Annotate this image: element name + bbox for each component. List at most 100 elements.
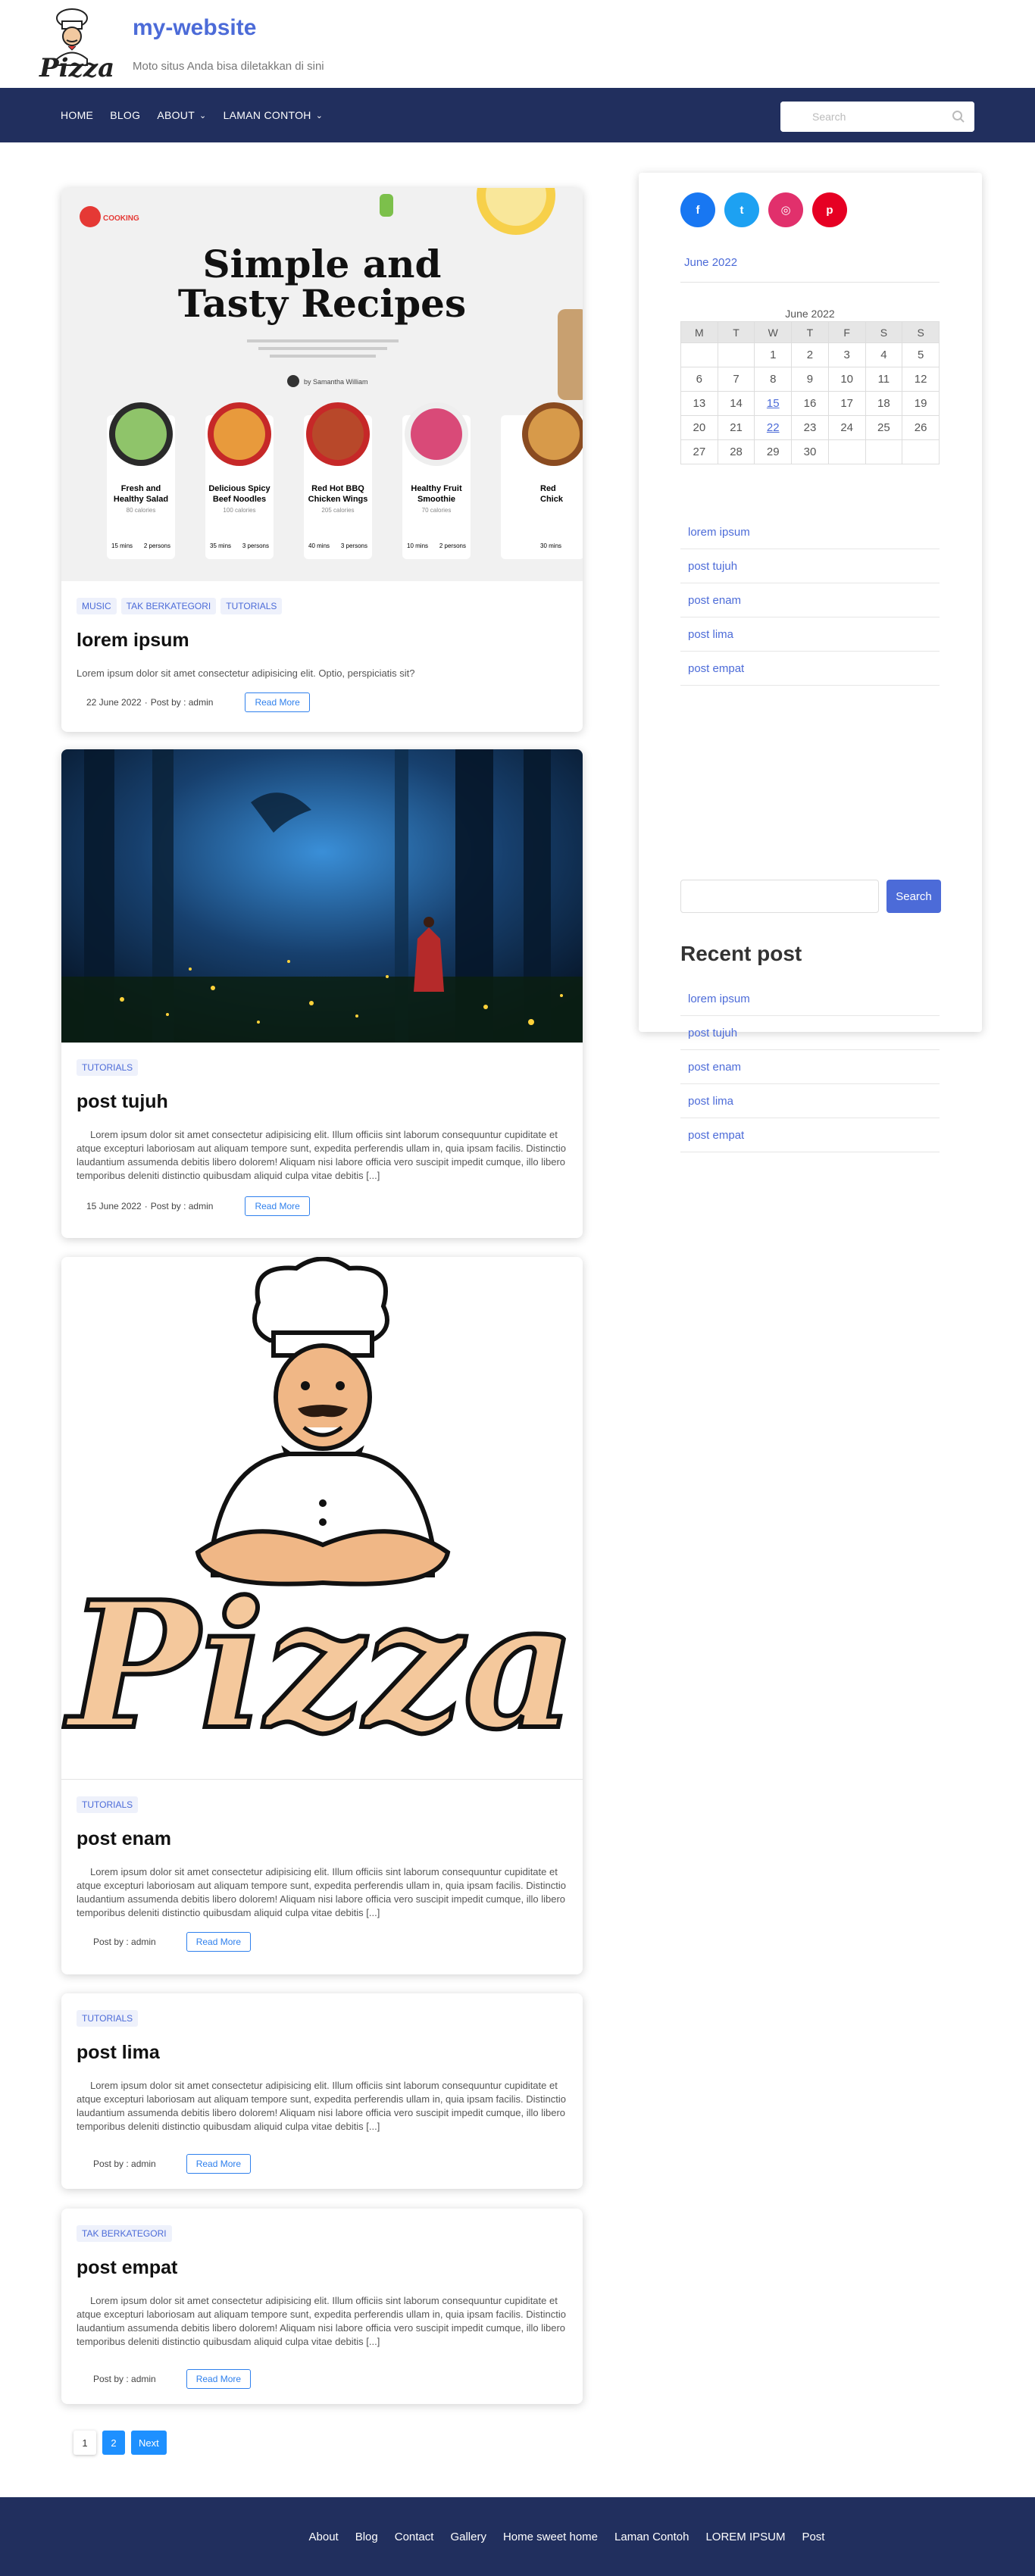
social-links: f t ◎ p	[680, 192, 847, 227]
category-tag[interactable]: MUSIC	[77, 598, 117, 614]
read-more-button[interactable]: Read More	[186, 2154, 252, 2174]
calendar-day-header: S	[865, 321, 903, 343]
footer-link-home-sweet-home[interactable]: Home sweet home	[503, 2531, 598, 2543]
site-title[interactable]: my-website	[133, 15, 256, 41]
post-meta: Post by : admin Read More	[93, 2369, 252, 2389]
list-item[interactable]: post enam	[680, 583, 940, 617]
calendar-day-header: S	[902, 321, 940, 343]
search-input[interactable]	[780, 102, 974, 132]
next-page-button[interactable]: Next	[131, 2431, 167, 2455]
calendar-day: 23	[791, 415, 829, 440]
calendar-day-header: W	[754, 321, 793, 343]
svg-text:by Samantha William: by Samantha William	[304, 378, 368, 386]
list-item[interactable]: post enam	[680, 1050, 940, 1084]
post-categories: TUTORIALS	[77, 1059, 568, 1076]
calendar-day: 27	[680, 439, 718, 464]
svg-text:Pizza: Pizza	[39, 53, 114, 80]
svg-text:Smoothie: Smoothie	[417, 495, 455, 504]
nav-item-blog[interactable]: BLOG	[110, 109, 140, 121]
calendar-day[interactable]: 22	[754, 415, 793, 440]
footer-link-gallery[interactable]: Gallery	[450, 2531, 486, 2543]
twitter-icon[interactable]: t	[724, 192, 759, 227]
svg-text:205 calories: 205 calories	[321, 507, 354, 514]
svg-text:Tasty Recipes: Tasty Recipes	[178, 281, 466, 326]
calendar-day: 10	[827, 367, 866, 392]
archive-link[interactable]: June 2022	[684, 256, 737, 269]
nav-item-about[interactable]: ABOUT ⌄	[157, 109, 206, 121]
post-title[interactable]: post empat	[77, 2257, 568, 2279]
svg-text:70 calories: 70 calories	[422, 507, 452, 514]
page-current: 1	[73, 2431, 96, 2455]
post-title[interactable]: post lima	[77, 2042, 568, 2064]
post-title[interactable]: post enam	[77, 1828, 568, 1850]
pinterest-icon[interactable]: p	[812, 192, 847, 227]
list-item[interactable]: lorem ipsum	[680, 982, 940, 1016]
list-item[interactable]: post tujuh	[680, 549, 940, 583]
instagram-icon[interactable]: ◎	[768, 192, 803, 227]
dish-card: Red Hot BBQ Chicken Wings 205 calories 4…	[304, 402, 372, 559]
post-excerpt: Lorem ipsum dolor sit amet consectetur a…	[77, 2080, 566, 2132]
read-more-button[interactable]: Read More	[245, 692, 310, 712]
footer-link-blog[interactable]: Blog	[355, 2531, 378, 2543]
svg-text:Red Hot BBQ: Red Hot BBQ	[311, 484, 364, 493]
read-more-button[interactable]: Read More	[245, 1196, 310, 1216]
read-more-button[interactable]: Read More	[186, 1932, 252, 1952]
sidebar-search-input[interactable]	[680, 880, 879, 913]
list-item[interactable]: post lima	[680, 617, 940, 652]
post-thumbnail[interactable]	[61, 749, 583, 1043]
meta-separator: ·	[144, 1201, 148, 1211]
list-item[interactable]: post lima	[680, 1084, 940, 1118]
category-tag[interactable]: TAK BERKATEGORI	[77, 2225, 172, 2242]
calendar-day-header: F	[827, 321, 866, 343]
post-content: TUTORIALS post enam Lorem ipsum dolor si…	[61, 1780, 583, 1920]
footer-link-laman-contoh[interactable]: Laman Contoh	[614, 2531, 689, 2543]
footer-link-post[interactable]: Post	[802, 2531, 824, 2543]
sidebar-search-button[interactable]: Search	[886, 880, 941, 913]
calendar-day	[865, 439, 903, 464]
post-thumbnail[interactable]: COOKING Simple and Tasty Recipes by Sama…	[61, 188, 583, 581]
list-item[interactable]: lorem ipsum	[680, 515, 940, 549]
post-categories: TUTORIALS	[77, 2010, 568, 2027]
search-icon[interactable]	[952, 110, 965, 123]
post-categories: TAK BERKATEGORI	[77, 2225, 568, 2242]
footer-link-contact[interactable]: Contact	[395, 2531, 434, 2543]
nav-item-laman-contoh[interactable]: LAMAN CONTOH ⌄	[224, 109, 324, 121]
svg-text:Chick: Chick	[540, 495, 564, 504]
dish-card: Red Chick 30 mins	[501, 402, 583, 559]
post-author: Post by : admin	[93, 2374, 156, 2384]
pages-list: lorem ipsum post tujuh post enam post li…	[680, 515, 940, 686]
category-tag[interactable]: TUTORIALS	[77, 1059, 139, 1076]
post-title[interactable]: post tujuh	[77, 1091, 568, 1113]
post-title[interactable]: lorem ipsum	[77, 630, 568, 652]
list-item[interactable]: post empat	[680, 1118, 940, 1152]
footer-link-about[interactable]: About	[309, 2531, 339, 2543]
post-meta: Post by : admin Read More	[93, 1932, 252, 1952]
facebook-icon[interactable]: f	[680, 192, 715, 227]
page-2-button[interactable]: 2	[102, 2431, 125, 2455]
post-author: Post by : admin	[93, 2159, 156, 2169]
post-excerpt: Lorem ipsum dolor sit amet consectetur a…	[77, 1866, 566, 1918]
category-tag[interactable]: TUTORIALS	[77, 2010, 139, 2027]
site-logo[interactable]: Pizza	[38, 5, 121, 83]
list-item[interactable]: post empat	[680, 652, 940, 686]
post-thumbnail[interactable]: Pizza	[61, 1257, 583, 1780]
svg-text:10 mins: 10 mins	[407, 542, 428, 549]
category-tag[interactable]: TUTORIALS	[77, 1796, 139, 1813]
calendar-day: 30	[791, 439, 829, 464]
sidebar: f t ◎ p June 2022 June 2022 M T W T F S …	[639, 173, 982, 1152]
category-tag[interactable]: TAK BERKATEGORI	[120, 598, 217, 614]
nav-item-label: BLOG	[110, 109, 141, 121]
post-categories: TUTORIALS	[77, 1796, 568, 1813]
dish-card: Fresh and Healthy Salad 80 calories 15 m…	[107, 402, 175, 559]
calendar-day: 1	[754, 342, 793, 367]
footer-nav: About Blog Contact Gallery Home sweet ho…	[0, 2497, 1035, 2576]
site-description: Moto situs Anda bisa diletakkan di sini	[133, 60, 324, 73]
svg-text:Delicious Spicy: Delicious Spicy	[208, 484, 270, 493]
category-tag[interactable]: TUTORIALS	[220, 598, 283, 614]
list-item[interactable]: post tujuh	[680, 1016, 940, 1050]
footer-link-lorem-ipsum[interactable]: LOREM IPSUM	[705, 2531, 785, 2543]
nav-item-label: ABOUT	[157, 109, 195, 121]
nav-item-home[interactable]: HOME	[61, 109, 93, 121]
read-more-button[interactable]: Read More	[186, 2369, 252, 2389]
calendar-day[interactable]: 15	[754, 391, 793, 416]
